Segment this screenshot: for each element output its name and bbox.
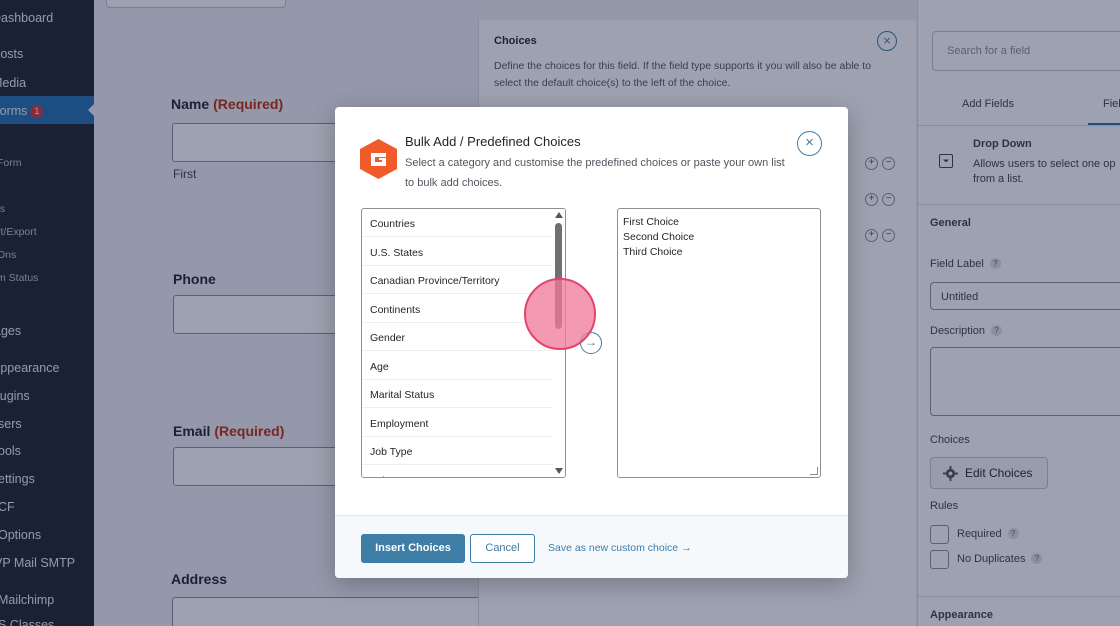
category-item[interactable]: Countries [362, 209, 553, 237]
category-item[interactable]: Employment [362, 409, 553, 437]
scroll-down-arrow-icon[interactable] [555, 468, 563, 474]
choice-line: First Choice [623, 216, 680, 228]
gravity-forms-logo-icon [360, 139, 397, 179]
cancel-button[interactable]: Cancel [470, 534, 535, 563]
scroll-up-arrow-icon[interactable] [555, 212, 563, 218]
modal-description: Select a category and customise the pred… [405, 157, 785, 189]
category-item[interactable]: Marital Status [362, 380, 553, 408]
category-item[interactable]: U.S. States [362, 238, 553, 266]
modal-footer: Insert Choices Cancel Save as new custom… [335, 515, 848, 578]
modal-title: Bulk Add / Predefined Choices [405, 134, 581, 149]
category-item[interactable]: Job Type [362, 437, 553, 465]
click-indicator [524, 278, 596, 350]
category-item[interactable]: Age [362, 352, 553, 380]
category-item[interactable]: Canadian Province/Territory [362, 266, 553, 294]
bulk-choices-textarea[interactable]: First Choice Second Choice Third Choice [617, 208, 821, 478]
category-item[interactable]: Gender [362, 323, 553, 351]
save-custom-choice-link[interactable]: Save as new custom choice → [548, 542, 692, 554]
bulk-add-modal: Bulk Add / Predefined Choices Select a c… [335, 107, 848, 578]
choice-line: Third Choice [623, 246, 683, 258]
choice-line: Second Choice [623, 231, 695, 243]
textarea-resize-grip[interactable] [810, 467, 818, 475]
insert-choices-button[interactable]: Insert Choices [361, 534, 465, 563]
predefined-category-list[interactable]: Countries U.S. States Canadian Province/… [361, 208, 566, 478]
category-item[interactable]: Industry [362, 466, 553, 478]
modal-close-button[interactable]: × [797, 131, 822, 156]
